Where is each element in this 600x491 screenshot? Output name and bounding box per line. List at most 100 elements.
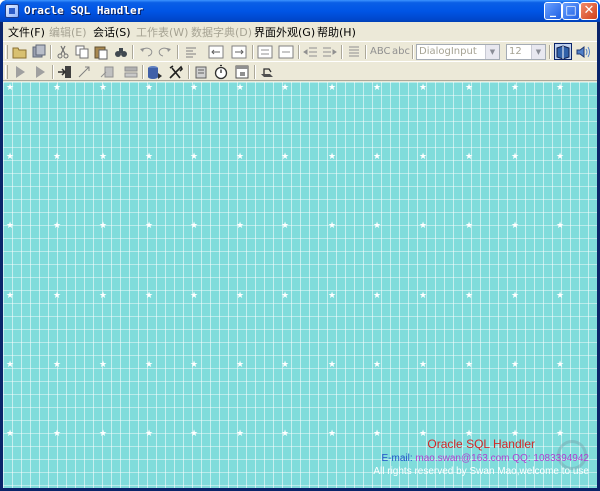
paste-icon[interactable]: [93, 44, 109, 60]
shift-left-icon[interactable]: [303, 44, 319, 60]
font-size-select[interactable]: 12 ▼: [506, 44, 546, 60]
background-star: ★: [99, 152, 108, 162]
outdent-icon[interactable]: [231, 44, 247, 60]
background-star: ★: [145, 221, 154, 231]
menu-data-dictionary[interactable]: 数据字典(D): [191, 24, 252, 40]
background-star: ★: [328, 291, 337, 301]
align-text-icon[interactable]: [183, 44, 199, 60]
explain-plan-icon[interactable]: [193, 64, 209, 80]
menu-worksheet[interactable]: 工作表(W): [136, 24, 188, 40]
uncomment-icon[interactable]: [278, 44, 294, 60]
background-star: ★: [556, 291, 565, 301]
menu-help[interactable]: 帮助(H): [317, 24, 356, 40]
font-family-value: DialogInput: [419, 46, 477, 57]
background-star: ★: [328, 221, 337, 231]
about-email-value: mao.swan@163.com QQ: 1083394942: [415, 453, 589, 464]
background-star: ★: [53, 83, 62, 93]
background-star: ★: [328, 83, 337, 93]
copy-icon[interactable]: [74, 44, 90, 60]
commit-icon[interactable]: [77, 64, 93, 80]
background-star: ★: [556, 360, 565, 370]
background-star: ★: [281, 221, 290, 231]
app-icon[interactable]: [5, 4, 19, 18]
background-star: ★: [236, 152, 245, 162]
cut-icon[interactable]: [55, 44, 71, 60]
indent-icon[interactable]: [208, 44, 224, 60]
font-size-value: 12: [509, 46, 522, 57]
menu-session[interactable]: 会话(S): [93, 24, 131, 40]
chevron-down-icon[interactable]: ▼: [531, 45, 545, 59]
redo-icon[interactable]: [157, 44, 173, 60]
title-bar[interactable]: Oracle SQL Handler _ □ ✕: [0, 0, 600, 22]
separator: [50, 45, 52, 59]
background-star: ★: [373, 152, 382, 162]
comment-icon[interactable]: [257, 44, 273, 60]
background-star: ★: [281, 152, 290, 162]
exit-session-icon[interactable]: [259, 64, 275, 80]
background-star: ★: [328, 152, 337, 162]
background-star: ★: [190, 360, 199, 370]
tools-icon[interactable]: [168, 64, 184, 80]
open-folder-icon[interactable]: [12, 44, 28, 60]
save-all-icon[interactable]: [31, 44, 47, 60]
background-star: ★: [373, 360, 382, 370]
undo-icon[interactable]: [138, 44, 154, 60]
separator: [132, 45, 134, 59]
run-icon[interactable]: [12, 64, 28, 80]
book-icon[interactable]: [554, 43, 572, 60]
separator: [298, 45, 300, 59]
background-star: ★: [236, 429, 245, 439]
background-star: ★: [511, 291, 520, 301]
background-star: ★: [465, 83, 474, 93]
background-star: ★: [145, 83, 154, 93]
separator: [412, 45, 414, 59]
uppercase-button[interactable]: ABC: [370, 44, 391, 60]
minimize-button[interactable]: _: [544, 2, 562, 20]
background-star: ★: [419, 83, 428, 93]
background-star: ★: [465, 360, 474, 370]
background-star: ★: [373, 291, 382, 301]
find-binoculars-icon[interactable]: [113, 44, 129, 60]
mdi-desktop-area[interactable]: ★ ★ ★ ★ ★ ★ ★ ★ ★ ★ ★ ★ ★ ★ ★ ★ ★ ★ ★ ★ ★ ★ ★ ★ ★ ★ ★ ★ ★ ★ ★ ★ ★ ★ ★ ★ ★ ★ ★ ★…: [3, 82, 597, 488]
background-star: ★: [99, 360, 108, 370]
background-star: ★: [281, 429, 290, 439]
shift-right-icon[interactable]: [321, 44, 337, 60]
close-button[interactable]: ✕: [580, 2, 598, 20]
font-family-select[interactable]: DialogInput ▼: [416, 44, 500, 60]
lowercase-button[interactable]: abc: [392, 44, 412, 60]
background-star: ★: [281, 291, 290, 301]
menu-file[interactable]: 文件(F): [8, 24, 45, 40]
background-star: ★: [6, 291, 15, 301]
speaker-icon[interactable]: [575, 44, 591, 60]
format-list-icon[interactable]: [346, 44, 362, 60]
menu-appearance[interactable]: 界面外观(G): [254, 24, 315, 40]
window-layout-icon[interactable]: [234, 64, 250, 80]
background-star: ★: [145, 360, 154, 370]
menu-edit[interactable]: 编辑(E): [49, 24, 87, 40]
menu-bar: 文件(F) 编辑(E) 会话(S) 工作表(W) 数据字典(D) 界面外观(G)…: [3, 22, 597, 41]
import-icon[interactable]: [57, 64, 73, 80]
background-star: ★: [236, 291, 245, 301]
background-star: ★: [6, 83, 15, 93]
separator: [177, 45, 179, 59]
chevron-down-icon[interactable]: ▼: [485, 45, 499, 59]
run-script-icon[interactable]: [32, 64, 48, 80]
toolbar-grip[interactable]: [5, 45, 8, 59]
history-icon[interactable]: [123, 64, 139, 80]
background-star: ★: [145, 291, 154, 301]
rollback-icon[interactable]: [99, 64, 115, 80]
toolbar-session: [3, 61, 597, 81]
background-star: ★: [419, 360, 428, 370]
background-star: ★: [6, 429, 15, 439]
background-star: ★: [99, 83, 108, 93]
background-star: ★: [511, 221, 520, 231]
background-star: ★: [99, 221, 108, 231]
background-star: ★: [281, 83, 290, 93]
toolbar-grip[interactable]: [5, 65, 8, 79]
database-connect-icon[interactable]: [147, 64, 163, 80]
background-star: ★: [419, 221, 428, 231]
stopwatch-icon[interactable]: [213, 64, 229, 80]
maximize-button[interactable]: □: [562, 2, 580, 20]
application-window: Oracle SQL Handler _ □ ✕ 文件(F) 编辑(E) 会话(…: [0, 0, 600, 491]
background-star: ★: [465, 221, 474, 231]
